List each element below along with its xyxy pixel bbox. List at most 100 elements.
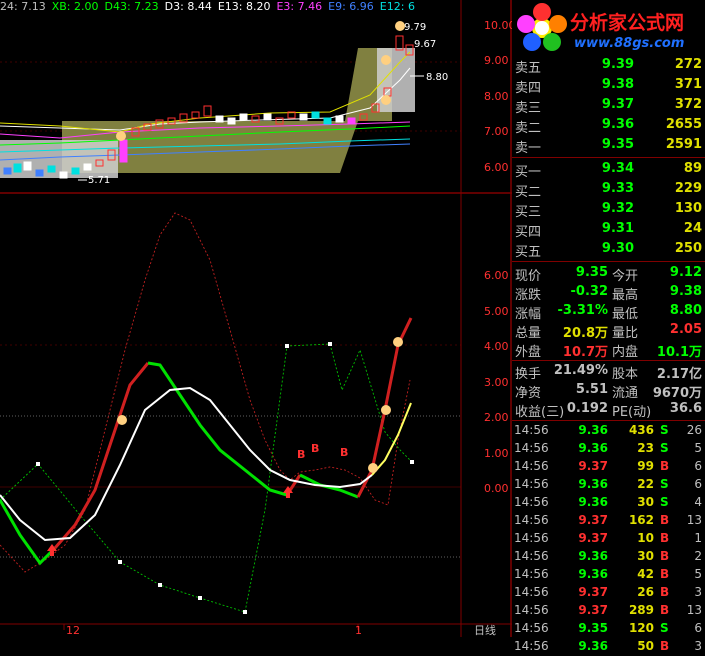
runner-icon bbox=[381, 95, 391, 105]
tick-time: 14:56 bbox=[514, 567, 549, 581]
order-volume: 371 bbox=[674, 77, 702, 92]
info-value: -3.31% bbox=[557, 303, 609, 318]
green-line-points bbox=[36, 342, 414, 614]
order-price: 9.31 bbox=[601, 221, 634, 236]
tick-row[interactable]: 14:56 9.36 436 S 26 bbox=[512, 422, 705, 440]
tick-side: B bbox=[660, 639, 670, 653]
b-marker: B bbox=[340, 446, 348, 459]
order-volume: 130 bbox=[674, 201, 702, 216]
osc-green-line bbox=[0, 499, 57, 566]
order-price: 9.38 bbox=[601, 77, 634, 92]
candle bbox=[83, 163, 92, 171]
info-separator bbox=[512, 360, 705, 361]
tick-time: 14:56 bbox=[514, 549, 549, 563]
info-key: 今开 bbox=[612, 269, 639, 284]
order-label: 卖四 bbox=[515, 81, 542, 96]
candle bbox=[3, 167, 12, 175]
tick-volume: 30 bbox=[637, 549, 654, 563]
tick-time: 14:56 bbox=[514, 495, 549, 509]
tick-row[interactable]: 14:56 9.36 42 B 5 bbox=[512, 566, 705, 584]
tick-row[interactable]: 14:56 9.37 99 B 6 bbox=[512, 458, 705, 476]
data-point bbox=[243, 610, 247, 614]
tick-row[interactable]: 14:56 9.36 23 S 5 bbox=[512, 440, 705, 458]
order-book-row[interactable]: 卖四 9.38 371 bbox=[512, 76, 705, 96]
info-value: 10.7万 bbox=[562, 345, 608, 360]
runner-icon bbox=[395, 21, 405, 31]
tick-time: 14:56 bbox=[514, 639, 549, 653]
quote-info-row: 涨跌 -0.32 最高 9.38 bbox=[512, 283, 705, 303]
tick-side: S bbox=[660, 621, 669, 635]
data-point bbox=[118, 560, 122, 564]
price-axis-label: 6.00 bbox=[484, 161, 509, 174]
tick-volume: 289 bbox=[628, 603, 654, 617]
tick-volume: 50 bbox=[637, 639, 654, 653]
tick-row[interactable]: 14:56 9.36 30 B 2 bbox=[512, 548, 705, 566]
chart-area[interactable]: 24: 7.13 XB: 2.00 D43: 7.23 D3: 8.44 E13: 8.… bbox=[0, 0, 512, 637]
info-key: 总量 bbox=[515, 326, 542, 341]
quote-info-row: 收益(三) 0.192 PE(动) 36.6 bbox=[512, 400, 705, 420]
tick-price: 9.36 bbox=[578, 639, 608, 653]
order-book-row[interactable]: 买二 9.33 229 bbox=[512, 180, 705, 200]
tick-row[interactable]: 14:56 9.37 162 B 13 bbox=[512, 512, 705, 530]
tick-volume: 23 bbox=[637, 441, 654, 455]
order-book-row[interactable]: 卖五 9.39 272 bbox=[512, 56, 705, 76]
tick-row[interactable]: 14:56 9.37 10 B 1 bbox=[512, 530, 705, 548]
flower-logo-icon bbox=[517, 3, 567, 51]
osc-axis-label: 3.00 bbox=[484, 376, 509, 389]
info-value: 21.49% bbox=[553, 363, 608, 378]
tick-side: B bbox=[660, 585, 670, 599]
candle bbox=[395, 35, 404, 51]
info-value: 5.51 bbox=[575, 382, 608, 397]
tick-price: 9.37 bbox=[578, 459, 608, 473]
info-key: 量比 bbox=[612, 326, 639, 341]
order-price: 9.33 bbox=[601, 181, 634, 196]
tick-count: 1 bbox=[694, 531, 702, 545]
tick-volume: 162 bbox=[628, 513, 654, 527]
data-point bbox=[198, 596, 202, 600]
order-volume: 2591 bbox=[665, 137, 702, 152]
high-price-label: 9.79 bbox=[404, 22, 426, 33]
tick-volume: 10 bbox=[637, 531, 654, 545]
order-book-row[interactable]: 买四 9.31 24 bbox=[512, 220, 705, 240]
tick-count: 26 bbox=[686, 423, 702, 437]
book-separator bbox=[512, 157, 705, 158]
tick-row[interactable]: 14:56 9.36 22 S 6 bbox=[512, 476, 705, 494]
quote-info-row: 外盘 10.7万 内盘 10.1万 bbox=[512, 340, 705, 360]
order-label: 买一 bbox=[515, 165, 542, 180]
tick-price: 9.36 bbox=[578, 477, 608, 491]
logo-url[interactable]: www.88gs.com bbox=[574, 36, 684, 51]
order-book-row[interactable]: 卖二 9.36 2655 bbox=[512, 116, 705, 136]
order-book-row[interactable]: 买三 9.32 130 bbox=[512, 200, 705, 220]
tick-row[interactable]: 14:56 9.35 120 S 6 bbox=[512, 620, 705, 638]
order-label: 卖一 bbox=[515, 141, 542, 156]
site-logo[interactable]: 分析家公式网 www.88gs.com bbox=[512, 0, 705, 56]
order-volume: 89 bbox=[683, 161, 702, 176]
price-axis-label: 9.00 bbox=[484, 54, 509, 67]
price-axis-label: 8.00 bbox=[484, 90, 509, 103]
info-key: 涨跌 bbox=[515, 288, 542, 303]
tick-row[interactable]: 14:56 9.36 30 S 4 bbox=[512, 494, 705, 512]
chart-canvas[interactable]: 10.00 9.00 8.00 7.00 6.00 9.79 9.67 8.80 bbox=[0, 0, 512, 637]
quote-info-row: 涨幅 -3.31% 最低 8.80 bbox=[512, 302, 705, 322]
order-book-row[interactable]: 卖三 9.37 372 bbox=[512, 96, 705, 116]
tick-volume: 22 bbox=[637, 477, 654, 491]
tick-count: 3 bbox=[694, 639, 702, 653]
tick-row[interactable]: 14:56 9.37 289 B 13 bbox=[512, 602, 705, 620]
tick-row[interactable]: 14:56 9.36 50 B 3 bbox=[512, 638, 705, 656]
info-key: 外盘 bbox=[515, 345, 542, 360]
tick-count: 2 bbox=[694, 549, 702, 563]
tick-time: 14:56 bbox=[514, 423, 549, 437]
data-point bbox=[410, 460, 414, 464]
order-book-row[interactable]: 买一 9.34 89 bbox=[512, 160, 705, 180]
data-point bbox=[36, 462, 40, 466]
info-key: 净资 bbox=[515, 386, 542, 401]
info-value: 9.35 bbox=[575, 265, 608, 280]
order-book-row[interactable]: 卖一 9.35 2591 bbox=[512, 136, 705, 156]
order-label: 买二 bbox=[515, 185, 542, 200]
order-book-row[interactable]: 买五 9.30 250 bbox=[512, 240, 705, 260]
candle bbox=[239, 113, 248, 121]
tick-row[interactable]: 14:56 9.37 26 B 3 bbox=[512, 584, 705, 602]
book-separator bbox=[512, 261, 705, 262]
info-value: 10.1万 bbox=[656, 345, 702, 360]
order-price: 9.39 bbox=[601, 57, 634, 72]
